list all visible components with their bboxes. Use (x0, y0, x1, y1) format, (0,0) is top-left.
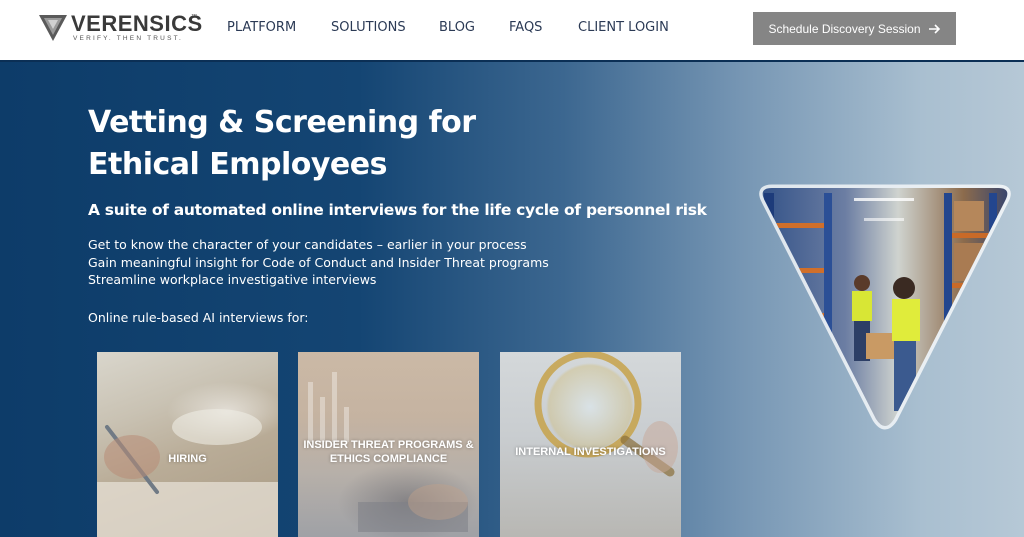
arrow-right-icon (928, 23, 940, 34)
card-label-insider-threat: INSIDER THREAT PROGRAMS & ETHICS COMPLIA… (303, 439, 474, 465)
hero-subtitle: A suite of automated online interviews f… (88, 201, 707, 219)
logo-trademark: ™ (191, 14, 197, 20)
site-header: VERENSICS ™ VERIFY. THEN TRUST. PLATFORM… (0, 0, 1024, 60)
card-insider-threat[interactable]: INSIDER THREAT PROGRAMS & ETHICS COMPLIA… (298, 352, 479, 537)
hero-warehouse-image (754, 183, 1016, 433)
nav-solutions[interactable]: SOLUTIONS (331, 20, 406, 35)
nav-platform[interactable]: PLATFORM (227, 20, 296, 35)
logo-shield-icon (39, 15, 67, 41)
hero-intro: Online rule-based AI interviews for: (88, 310, 309, 325)
logo-wordmark: VERENSICS (71, 11, 203, 36)
site-logo[interactable]: VERENSICS ™ VERIFY. THEN TRUST. (38, 11, 203, 47)
nav-blog[interactable]: BLOG (439, 20, 475, 35)
benefit-line: Streamline workplace investigative inter… (88, 272, 377, 287)
hiring-photo (97, 352, 278, 537)
nav-faqs[interactable]: FAQS (509, 20, 542, 35)
benefit-line: Gain meaningful insight for Code of Cond… (88, 254, 549, 270)
cta-label: Schedule Discovery Session (768, 21, 921, 36)
hero-benefits: Get to know the character of your candid… (88, 236, 549, 289)
schedule-discovery-button[interactable]: Schedule Discovery Session (753, 12, 956, 45)
hero-divider (0, 60, 1024, 62)
card-hiring[interactable]: HIRING (97, 352, 278, 537)
card-label-internal-investigations: INTERNAL INVESTIGATIONS (515, 446, 666, 458)
benefit-line: Get to know the character of your candid… (88, 237, 527, 252)
logo-tagline: VERIFY. THEN TRUST. (73, 35, 184, 42)
hero-title: Vetting & Screening for Ethical Employee… (88, 105, 476, 182)
card-internal-investigations[interactable]: INTERNAL INVESTIGATIONS (500, 352, 681, 537)
card-label-hiring: HIRING (168, 453, 207, 465)
nav-client-login[interactable]: CLIENT LOGIN (578, 20, 669, 35)
